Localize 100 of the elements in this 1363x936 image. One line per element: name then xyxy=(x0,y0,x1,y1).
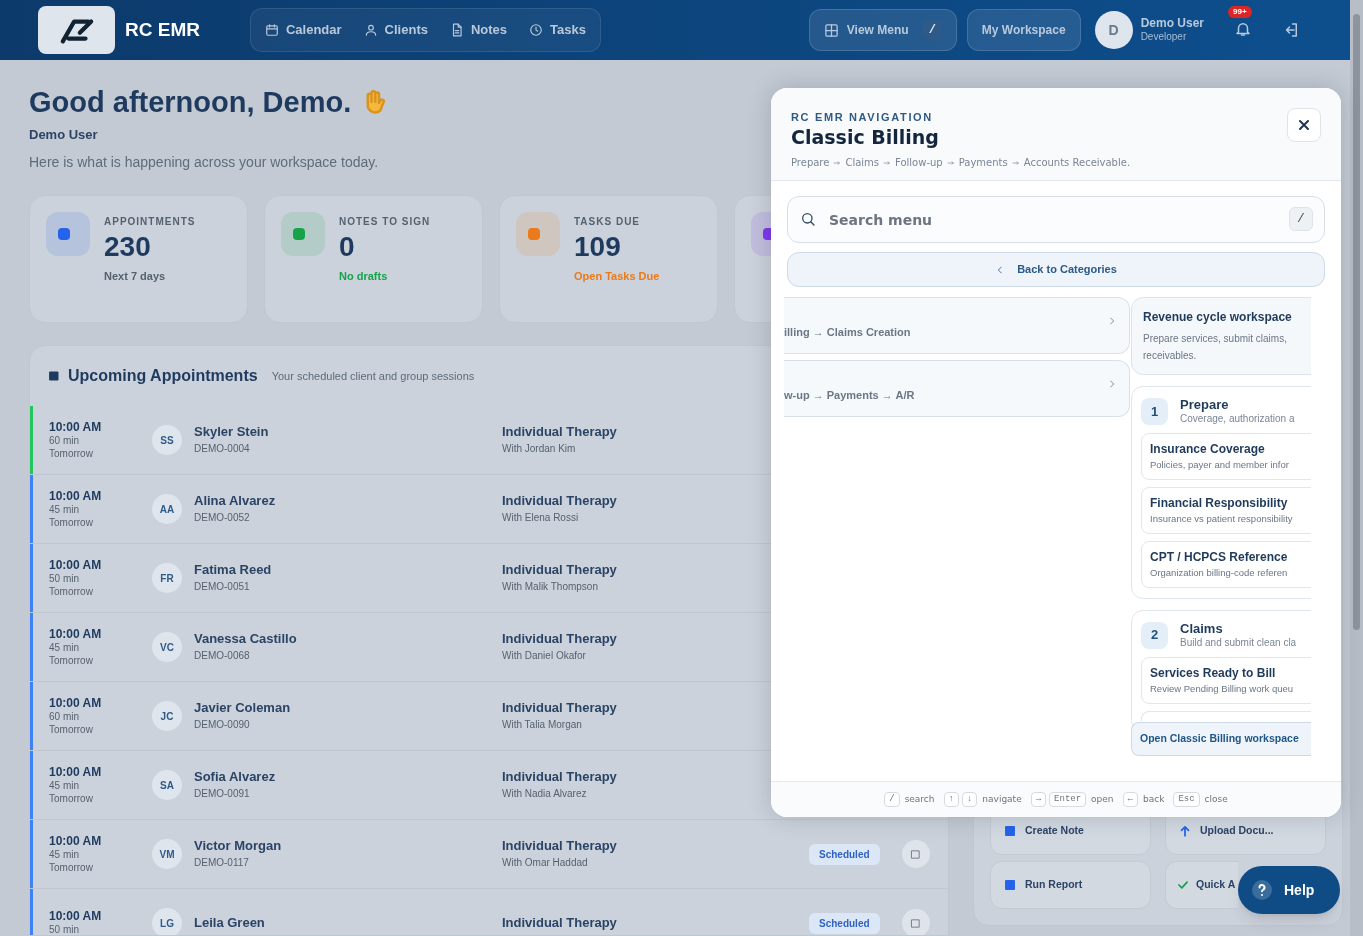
day: Tomorrow xyxy=(49,791,134,805)
duration: 45 min xyxy=(49,847,80,861)
help-icon xyxy=(1250,878,1274,902)
subtitle: Here is what is happening across your workspace today. xyxy=(29,153,379,172)
client-name: Javier Coleman xyxy=(194,700,292,717)
clinician: With Nadia Alvarez xyxy=(502,788,588,801)
status-badge: Scheduled xyxy=(809,912,880,934)
open-button[interactable] xyxy=(901,840,930,868)
menu-item-title: Services Ready to Bill xyxy=(1150,664,1277,682)
menu-item[interactable]: Financial Responsibility Insurance vs patient responsibility xyxy=(1141,486,1311,534)
scrollbar-thumb[interactable] xyxy=(1353,14,1360,630)
client-name: Sofia Alvarez xyxy=(194,769,277,786)
status-badge: Scheduled xyxy=(809,843,880,865)
breadcrumb-item: Payments xyxy=(958,156,1008,171)
menu-item[interactable] xyxy=(1141,710,1311,721)
breadcrumb-item: Follow-up xyxy=(895,156,943,171)
client-name: Fatima Reed xyxy=(194,562,273,579)
user-role: Developer xyxy=(1140,31,1188,44)
client-avatar: JC xyxy=(152,701,182,731)
service-name: Individual Therapy xyxy=(502,700,618,717)
day: Tomorrow xyxy=(49,515,134,529)
stat-label: APPOINTMENTS xyxy=(104,215,196,229)
nav-link[interactable]: Tasks xyxy=(529,20,586,40)
client-name: Leila Green xyxy=(194,914,266,932)
menu-item-title: CPT / HCPCS Reference xyxy=(1150,549,1289,567)
time: 10:00 AM xyxy=(49,558,103,572)
time: 10:00 AM xyxy=(49,834,103,848)
menu-item[interactable]: Services Ready to Bill Review Pending Billing work queu xyxy=(1141,656,1311,704)
duration: 60 min xyxy=(49,709,80,723)
menu-item-description: Policies, payer and member infor xyxy=(1150,458,1290,473)
scrollbar[interactable] xyxy=(1350,0,1363,936)
nav-link[interactable]: Calendar xyxy=(264,20,342,40)
search-icon xyxy=(800,211,816,227)
hint-label: back xyxy=(1143,792,1165,806)
menu-item-title: Insurance Coverage xyxy=(1150,441,1266,459)
greeting: Good afternoon, Demo. xyxy=(29,85,352,120)
calendar-icon xyxy=(264,23,279,37)
stat-note: Open Tasks Due xyxy=(574,269,660,284)
stat-value: 0 xyxy=(339,230,356,264)
breadcrumb-item: Prepare xyxy=(791,156,830,171)
client-avatar: AA xyxy=(152,494,182,524)
key-cap: ↑ xyxy=(943,792,959,807)
time: 10:00 AM xyxy=(49,627,103,641)
stat-label: TASKS DUE xyxy=(574,215,642,229)
overview-description: Prepare services, submit claims, receivables. xyxy=(1143,332,1288,363)
duration: 50 min xyxy=(49,571,80,585)
shortcut-key: / xyxy=(922,21,942,39)
nav-link[interactable]: Clients xyxy=(363,20,428,40)
clinician: With Jordan Kim xyxy=(502,443,577,456)
time: 10:00 AM xyxy=(49,696,103,710)
stat-value: 230 xyxy=(104,230,152,264)
arrow-icon xyxy=(1011,158,1020,167)
client-avatar: VM xyxy=(152,839,182,869)
step-title: Prepare xyxy=(1180,397,1230,414)
day: Tomorrow xyxy=(49,653,134,667)
user-name: Demo User xyxy=(1140,16,1204,32)
menu-item[interactable]: Insurance Coverage Policies, payer and member infor xyxy=(1141,432,1311,480)
close-button[interactable] xyxy=(1287,108,1321,142)
menu-item-title: Financial Responsibility xyxy=(1150,495,1289,513)
service-name: Individual Therapy xyxy=(502,631,618,648)
panel-subtitle: Your scheduled client and group sessions xyxy=(271,368,475,384)
shortcut-key: / xyxy=(1289,207,1313,231)
category-path: illing → Claims Creation xyxy=(784,324,911,340)
bell-icon xyxy=(1234,20,1252,38)
clock-icon xyxy=(529,23,544,37)
category-card[interactable]: illing → Claims Creation xyxy=(784,297,1130,354)
quick-action-button[interactable]: Run Report xyxy=(990,861,1151,909)
person-icon xyxy=(363,23,378,37)
duration: 60 min xyxy=(49,433,80,447)
grid-icon xyxy=(823,22,839,38)
time: 10:00 AM xyxy=(49,420,103,434)
client-id: DEMO-0051 xyxy=(194,581,251,594)
nav-link[interactable]: Notes xyxy=(449,20,508,40)
menu-item[interactable]: CPT / HCPCS Reference Organization billing-code referen xyxy=(1141,540,1311,588)
client-name: Victor Morgan xyxy=(194,838,283,855)
open-button[interactable] xyxy=(901,909,930,935)
client-name: Skyler Stein xyxy=(194,424,270,441)
stat-note: Next 7 days xyxy=(104,269,167,284)
client-id: DEMO-0090 xyxy=(194,719,251,732)
view-menu-button[interactable]: View Menu / xyxy=(808,9,957,51)
category-card[interactable]: w-up → Payments → A/R xyxy=(784,360,1130,417)
back-button[interactable]: Back to Categories xyxy=(787,252,1325,287)
step-subtitle: Build and submit clean cla xyxy=(1180,637,1297,650)
arrow-icon xyxy=(946,158,955,167)
key-cap: / xyxy=(884,792,900,807)
close-icon xyxy=(1296,117,1312,133)
quick-action-button[interactable]: Quick A xyxy=(1165,861,1238,909)
day: Tomorrow xyxy=(49,584,134,598)
client-id: DEMO-0052 xyxy=(194,512,251,525)
client-avatar: LG xyxy=(152,908,182,935)
step-subtitle: Coverage, authorization a xyxy=(1180,413,1295,426)
workspace-button[interactable]: My Workspace xyxy=(966,9,1081,51)
duration: 45 min xyxy=(49,640,80,654)
help-button[interactable]: Help xyxy=(1238,866,1340,914)
stat-note: No drafts xyxy=(339,269,389,284)
day: Tomorrow xyxy=(49,446,134,460)
time: 10:00 AM xyxy=(49,765,103,779)
open-workspace-button[interactable]: Open Classic Billing workspace xyxy=(1131,722,1311,756)
duration: 50 min xyxy=(49,923,80,935)
service-name: Individual Therapy xyxy=(502,914,618,932)
